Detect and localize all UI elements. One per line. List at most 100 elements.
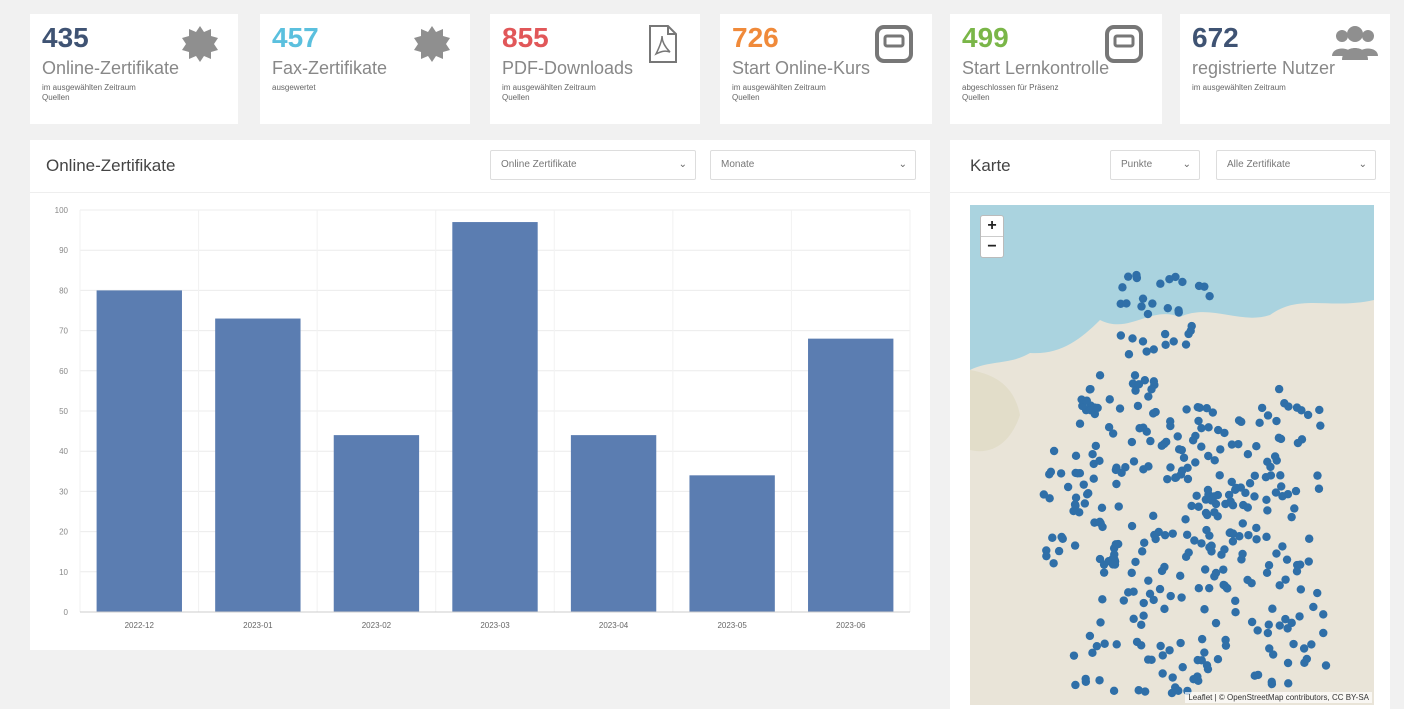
map-marker[interactable] xyxy=(1284,679,1293,688)
map-marker[interactable] xyxy=(1247,578,1256,588)
map-marker[interactable] xyxy=(1191,431,1200,441)
map-marker[interactable] xyxy=(1054,546,1064,556)
stat-source-link[interactable]: Quellen xyxy=(502,93,688,103)
map-marker[interactable] xyxy=(1266,471,1276,480)
map-marker[interactable] xyxy=(1048,533,1057,542)
map-marker[interactable] xyxy=(1219,565,1228,574)
map-marker[interactable] xyxy=(1085,385,1095,394)
map-marker[interactable] xyxy=(1119,596,1129,605)
map-marker[interactable] xyxy=(1304,557,1313,566)
map-marker[interactable] xyxy=(1278,542,1287,551)
map-marker[interactable] xyxy=(1200,605,1209,614)
map-marker[interactable] xyxy=(1181,515,1190,524)
map-marker[interactable] xyxy=(1149,377,1159,386)
map-marker[interactable] xyxy=(1221,641,1231,650)
bar[interactable] xyxy=(808,338,894,612)
map-marker[interactable] xyxy=(1091,441,1101,451)
map-marker[interactable] xyxy=(1071,680,1080,690)
map-marker[interactable] xyxy=(1231,596,1240,606)
map-marker[interactable] xyxy=(1115,404,1125,413)
certificate-filter-select[interactable]: Alle Zertifikate ⌄ xyxy=(1216,150,1376,180)
map-marker[interactable] xyxy=(1178,277,1187,287)
map-marker[interactable] xyxy=(1096,618,1105,627)
map-marker[interactable] xyxy=(1231,608,1240,617)
map-marker[interactable] xyxy=(1149,595,1158,605)
map-marker[interactable] xyxy=(1132,270,1141,280)
map-marker[interactable] xyxy=(1137,641,1146,650)
map-marker[interactable] xyxy=(1075,419,1085,428)
map-marker[interactable] xyxy=(1056,469,1066,478)
map-marker[interactable] xyxy=(1182,530,1192,539)
map-marker[interactable] xyxy=(1138,547,1147,556)
map-marker[interactable] xyxy=(1157,566,1167,576)
map-marker[interactable] xyxy=(1307,640,1316,649)
map-marker[interactable] xyxy=(1166,421,1175,431)
map-marker[interactable] xyxy=(1292,567,1302,576)
map-marker[interactable] xyxy=(1190,536,1199,545)
zoom-in-button[interactable]: + xyxy=(981,216,1003,237)
map-marker[interactable] xyxy=(1280,399,1289,408)
map-marker[interactable] xyxy=(1049,559,1058,568)
map-marker[interactable] xyxy=(1303,410,1313,420)
map-marker[interactable] xyxy=(1272,549,1281,558)
map-marker[interactable] xyxy=(1176,638,1185,648)
map-marker[interactable] xyxy=(1264,620,1273,629)
map-marker[interactable] xyxy=(1205,583,1214,593)
map-marker[interactable] xyxy=(1216,445,1225,454)
map-marker[interactable] xyxy=(1140,687,1150,696)
map-marker[interactable] xyxy=(1276,434,1286,444)
period-select[interactable]: Monate ⌄ xyxy=(710,150,916,180)
map-marker[interactable] xyxy=(1098,522,1107,532)
map-marker[interactable] xyxy=(1071,451,1081,461)
map-marker[interactable] xyxy=(1205,291,1214,301)
map-marker[interactable] xyxy=(1287,618,1296,628)
map-marker[interactable] xyxy=(1097,503,1107,512)
map-marker[interactable] xyxy=(1264,561,1274,570)
map-marker[interactable] xyxy=(1129,587,1138,596)
map-marker[interactable] xyxy=(1073,469,1082,478)
map-marker[interactable] xyxy=(1210,508,1219,517)
map-marker[interactable] xyxy=(1122,299,1131,308)
map-marker[interactable] xyxy=(1156,641,1165,651)
map-marker[interactable] xyxy=(1262,568,1272,577)
map-marker[interactable] xyxy=(1319,610,1328,619)
map-marker[interactable] xyxy=(1228,501,1238,510)
map-marker[interactable] xyxy=(1262,532,1271,542)
map-marker[interactable] xyxy=(1109,686,1119,696)
map-marker[interactable] xyxy=(1244,530,1253,540)
map-marker[interactable] xyxy=(1200,648,1209,657)
map-marker[interactable] xyxy=(1181,340,1191,349)
metric-select[interactable]: Online Zertifikate ⌄ xyxy=(490,150,696,180)
map-marker[interactable] xyxy=(1252,523,1261,533)
map-marker[interactable] xyxy=(1184,548,1193,557)
map-marker[interactable] xyxy=(1080,499,1090,508)
map-marker[interactable] xyxy=(1139,598,1148,608)
bar[interactable] xyxy=(689,475,775,612)
map-marker[interactable] xyxy=(1155,584,1165,594)
map-marker[interactable] xyxy=(1293,438,1303,448)
map-marker[interactable] xyxy=(1130,371,1140,380)
map-marker[interactable] xyxy=(1118,283,1127,292)
map-marker[interactable] xyxy=(1099,560,1109,569)
map-marker[interactable] xyxy=(1290,504,1299,513)
bar[interactable] xyxy=(333,435,420,612)
map-marker[interactable] xyxy=(1272,416,1281,426)
map-marker[interactable] xyxy=(1177,593,1186,602)
map-marker[interactable] xyxy=(1069,651,1079,660)
map-marker[interactable] xyxy=(1160,604,1169,614)
map-marker[interactable] xyxy=(1304,534,1314,543)
map-marker[interactable] xyxy=(1277,482,1286,491)
map-marker[interactable] xyxy=(1116,331,1126,340)
map-marker[interactable] xyxy=(1105,395,1114,404)
map-marker[interactable] xyxy=(1191,458,1200,467)
map-marker[interactable] xyxy=(1174,308,1183,317)
map-marker[interactable] xyxy=(1146,436,1155,446)
map-marker[interactable] xyxy=(1255,418,1264,428)
map-marker[interactable] xyxy=(1263,628,1273,638)
map-marker[interactable] xyxy=(1182,405,1191,414)
map-marker[interactable] xyxy=(1183,463,1192,472)
map-marker[interactable] xyxy=(1194,416,1203,426)
map-marker[interactable] xyxy=(1243,450,1253,459)
map-marker[interactable] xyxy=(1140,538,1149,547)
map-marker[interactable] xyxy=(1039,490,1049,499)
